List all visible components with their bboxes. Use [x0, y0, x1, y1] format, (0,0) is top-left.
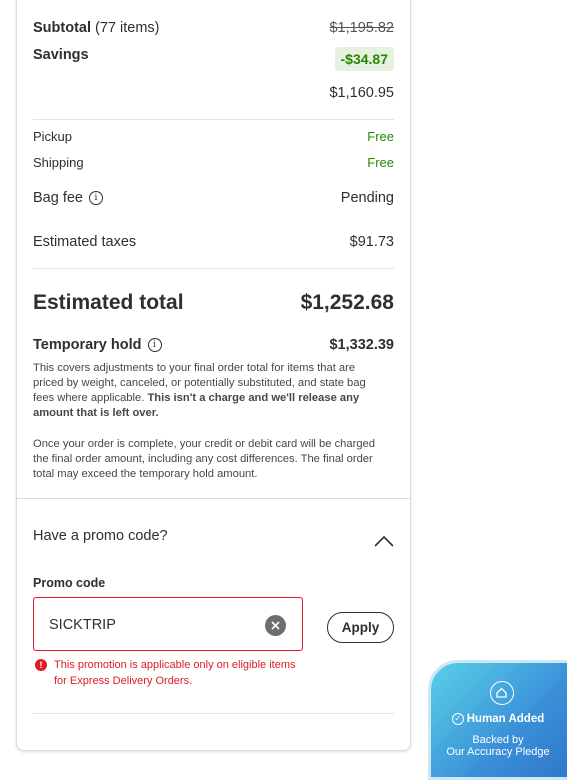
section-divider	[17, 498, 410, 499]
apply-promo-button[interactable]: Apply	[327, 612, 394, 643]
pickup-value: Free	[367, 129, 394, 144]
temporary-hold-value: $1,332.39	[329, 337, 394, 353]
temporary-hold-row: Temporary hold i $1,332.39	[33, 337, 394, 353]
chevron-up-icon[interactable]	[374, 535, 394, 551]
promo-code-label: Promo code	[33, 576, 106, 590]
badge-line-2: Our Accuracy Pledge	[446, 746, 550, 758]
shipping-label: Shipping	[33, 155, 84, 170]
subtotal-item-count: (77 items)	[95, 20, 160, 36]
badge-title: ✓ Human Added	[431, 713, 565, 725]
promo-toggle[interactable]: Have a promo code?	[33, 521, 394, 551]
bag-fee-label-group: Bag fee i	[33, 190, 103, 206]
temporary-hold-label-group: Temporary hold i	[33, 337, 162, 353]
info-icon[interactable]: i	[89, 191, 103, 206]
estimated-total-value: $1,252.68	[300, 291, 394, 314]
discounted-subtotal-row: $1,160.95	[33, 85, 394, 101]
savings-label: Savings	[33, 47, 89, 63]
clear-icon[interactable]	[265, 615, 286, 636]
check-circle-icon: ✓	[451, 713, 464, 725]
promo-error: ! This promotion is applicable only on e…	[35, 657, 305, 689]
divider	[33, 713, 394, 714]
house-icon	[490, 681, 514, 705]
temporary-hold-explanation: This covers adjustments to your final or…	[33, 361, 382, 421]
shipping-row: Shipping Free	[33, 155, 394, 170]
promo-heading: Have a promo code?	[33, 528, 168, 544]
subtotal-label-group: Subtotal (77 items)	[33, 20, 160, 36]
badge-line-1: Backed by	[472, 734, 524, 746]
taxes-value: $91.73	[349, 234, 394, 250]
info-icon[interactable]: i	[147, 338, 162, 353]
bag-fee-row: Bag fee i Pending	[33, 190, 394, 206]
badge-subtitle: Backed by Our Accuracy Pledge	[431, 734, 565, 758]
badge-title-text: Human Added	[466, 713, 545, 726]
order-summary-card: Subtotal (77 items) $1,195.82 Savings -$…	[16, 0, 411, 751]
subtotal-original-price: $1,195.82	[329, 20, 394, 36]
pickup-row: Pickup Free	[33, 129, 394, 144]
divider	[33, 268, 394, 269]
savings-badge: -$34.87	[334, 47, 394, 71]
estimated-total-label: Estimated total	[33, 291, 184, 314]
hold-charge-note: Once your order is complete, your credit…	[33, 438, 375, 480]
subtotal-label: Subtotal	[33, 20, 91, 36]
promo-code-input[interactable]: SICKTRIP	[33, 597, 303, 651]
error-icon: !	[35, 659, 47, 671]
promo-error-message: This promotion is applicable only on eli…	[54, 659, 296, 687]
divider	[33, 119, 394, 120]
bag-fee-label: Bag fee	[33, 190, 83, 206]
taxes-label: Estimated taxes	[33, 234, 137, 250]
temporary-hold-label: Temporary hold	[33, 337, 142, 353]
estimated-total-row: Estimated total $1,252.68	[33, 291, 394, 315]
savings-row: Savings -$34.87	[33, 47, 394, 71]
subtotal-row: Subtotal (77 items) $1,195.82	[33, 20, 394, 36]
discounted-subtotal: $1,160.95	[329, 85, 394, 101]
pickup-label: Pickup	[33, 129, 73, 144]
taxes-row: Estimated taxes $91.73	[33, 234, 394, 250]
shipping-value: Free	[367, 155, 394, 170]
promo-code-value[interactable]: SICKTRIP	[49, 617, 116, 633]
accuracy-pledge-badge[interactable]: ✓ Human Added Backed by Our Accuracy Pled…	[428, 660, 567, 780]
bag-fee-value: Pending	[340, 190, 394, 206]
